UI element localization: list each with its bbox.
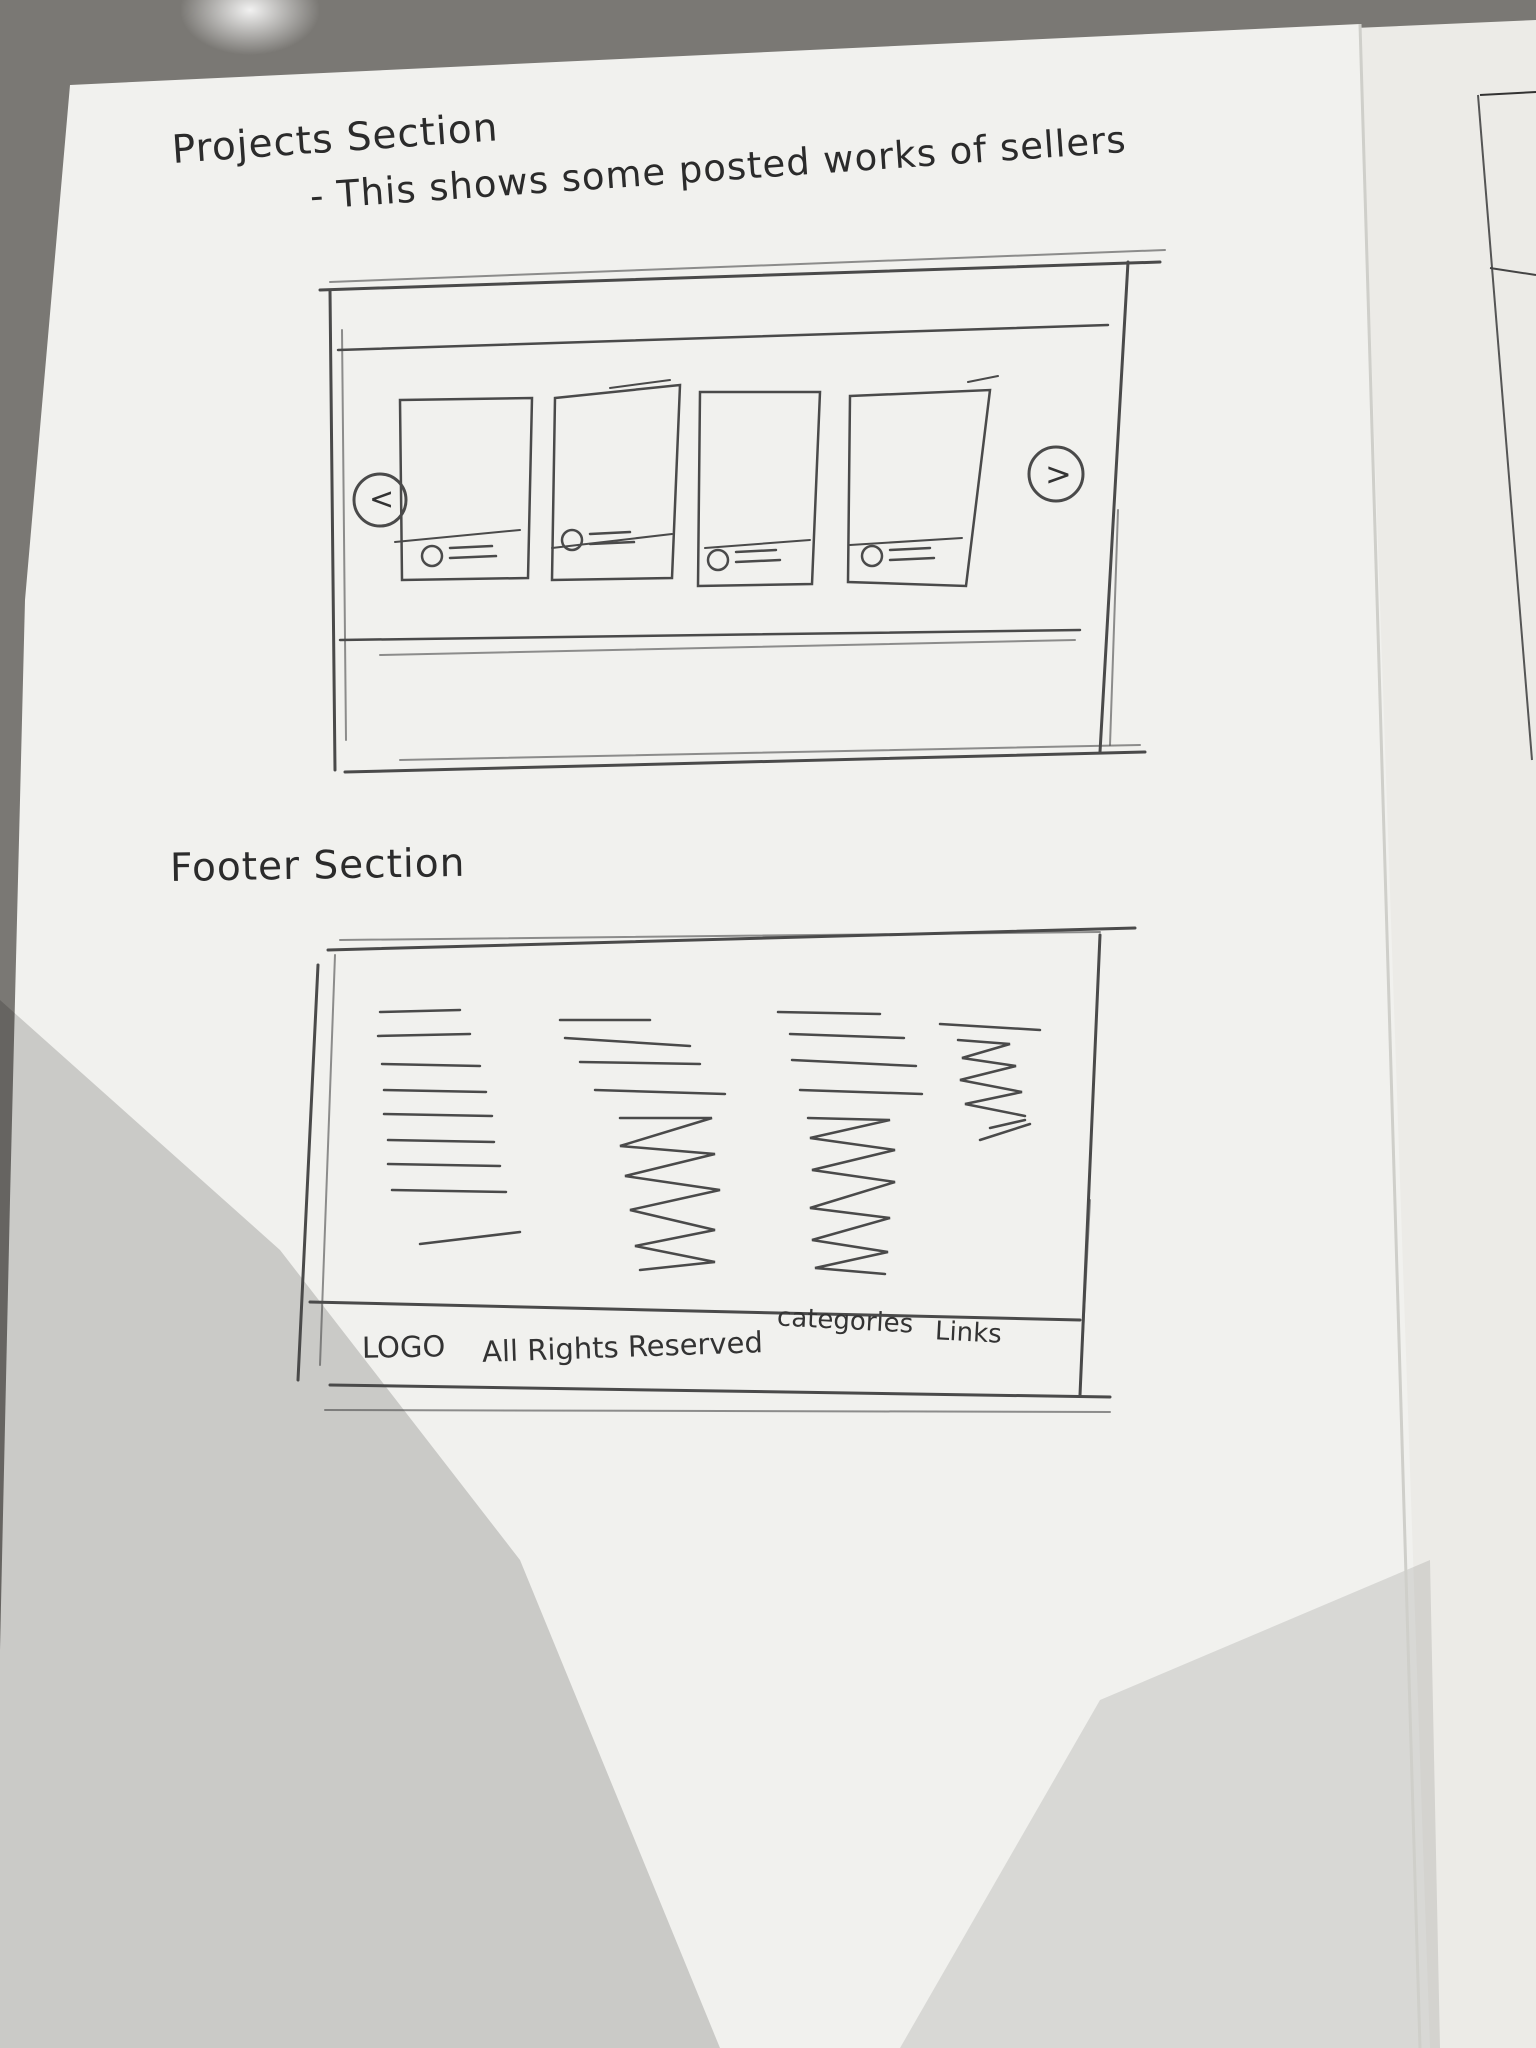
chevron-left-icon: <: [369, 482, 395, 517]
notebook-photo: [0, 0, 1536, 2048]
chevron-right-icon: >: [1045, 455, 1072, 493]
footer-links-link[interactable]: Links: [934, 1316, 1002, 1349]
footer-logo: LOGO: [361, 1329, 446, 1365]
footer-heading: Footer Section: [169, 840, 466, 891]
